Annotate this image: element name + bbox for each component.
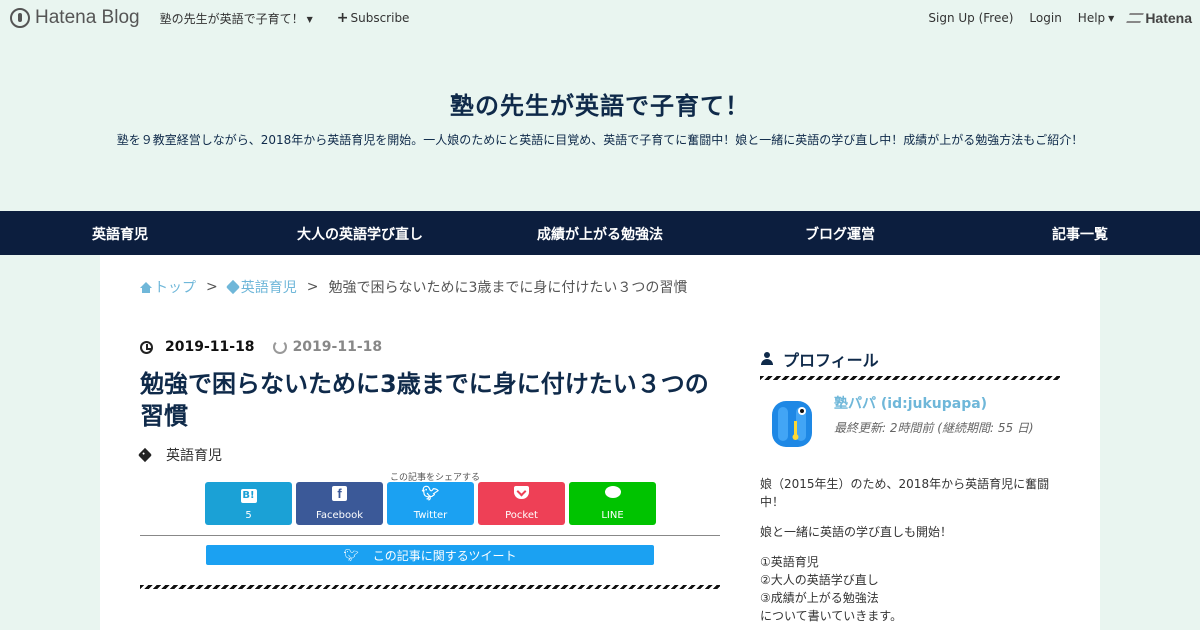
breadcrumb-separator: > bbox=[306, 279, 319, 295]
related-tweets-button[interactable]: 🐦︎ この記事に関するツイート bbox=[206, 545, 654, 565]
entry-title[interactable]: 勉強で困らないために3歳までに身に付けたい３つの習慣 bbox=[140, 368, 720, 432]
breadcrumb-category-link[interactable]: 英語育児 bbox=[225, 277, 297, 297]
twitter-share-button[interactable]: 🐦︎ Twitter bbox=[387, 482, 474, 525]
clock-icon bbox=[140, 340, 153, 354]
category-link[interactable]: 英語育児 bbox=[166, 445, 222, 465]
signup-link[interactable]: Sign Up (Free) bbox=[928, 11, 1013, 25]
pocket-share-button[interactable]: Pocket bbox=[478, 482, 565, 525]
nav-item-eigo-ikuji[interactable]: 英語育児 bbox=[92, 224, 148, 244]
plus-icon: + bbox=[336, 10, 349, 26]
topbar-right: Sign Up (Free) Login Help ▼ Hatena bbox=[912, 0, 1192, 36]
line-label: LINE bbox=[601, 510, 624, 521]
breadcrumb-separator: > bbox=[206, 279, 218, 295]
profile-list-item: ②大人の英語学び直し bbox=[760, 573, 879, 587]
line-icon bbox=[604, 486, 621, 498]
caret-down-icon: ▼ bbox=[306, 14, 313, 24]
hatena-blog-logo[interactable]: Hatena Blog bbox=[10, 7, 140, 29]
pocket-label: Pocket bbox=[505, 510, 538, 521]
hatena-topbar: Hatena Blog 塾の先生が英語で子育て！ ▼ + Subscribe Sig… bbox=[0, 0, 1200, 36]
hatena-blog-icon bbox=[10, 8, 30, 28]
subscribe-label: Subscribe bbox=[350, 11, 410, 25]
line-share-button[interactable]: LINE bbox=[569, 482, 656, 525]
profile-list-item: について書いていきます。 bbox=[760, 609, 903, 623]
user-icon bbox=[760, 352, 774, 366]
caret-down-icon: ▼ bbox=[1108, 14, 1115, 23]
entry-dates: 2019-11-18 2019-11-18 bbox=[140, 339, 382, 355]
nav-item-benkyouhou[interactable]: 成績が上がる勉強法 bbox=[537, 224, 663, 244]
share-buttons: B! 5 f Facebook 🐦︎ Twitter Pocket LINE bbox=[205, 482, 660, 525]
login-link[interactable]: Login bbox=[1029, 11, 1061, 25]
pocket-icon bbox=[514, 486, 529, 499]
breadcrumb-top-link[interactable]: トップ bbox=[140, 277, 196, 297]
brand-name: Hatena Blog bbox=[35, 7, 140, 28]
hatena-label: Hatena bbox=[1145, 10, 1192, 26]
blog-title[interactable]: 塾の先生が英語で子育て！ bbox=[0, 86, 1200, 121]
sidebar-stripe-divider bbox=[760, 376, 1060, 380]
global-nav: 英語育児 大人の英語学び直し 成績が上がる勉強法 ブログ運営 記事一覧 bbox=[0, 211, 1200, 255]
facebook-share-button[interactable]: f Facebook bbox=[296, 482, 383, 525]
breadcrumb: トップ > 英語育児 > 勉強で困らないために3歳までに身に付けたい３つの習慣 bbox=[140, 277, 687, 297]
twitter-bird-icon: 🐦︎ bbox=[421, 486, 440, 502]
main-container: トップ > 英語育児 > 勉強で困らないために3歳までに身に付けたい３つの習慣 … bbox=[100, 255, 1100, 630]
help-menu[interactable]: Help ▼ bbox=[1078, 11, 1115, 25]
help-label: Help bbox=[1077, 11, 1106, 25]
profile-avatar[interactable] bbox=[764, 395, 820, 451]
share-divider bbox=[140, 535, 720, 536]
sidebar-title-label: プロフィール bbox=[783, 351, 879, 370]
hatena-bookmark-button[interactable]: B! 5 bbox=[205, 482, 292, 525]
profile-list: ①英語育児 ②大人の英語学び直し ③成績が上がる勉強法 について書いていきます。 bbox=[760, 553, 1060, 625]
nav-item-kiji-ichiran[interactable]: 記事一覧 bbox=[1052, 224, 1108, 244]
profile-list-item: ③成績が上がる勉強法 bbox=[760, 591, 879, 605]
nav-item-blog-unei[interactable]: ブログ運営 bbox=[805, 224, 875, 244]
breadcrumb-top-label: トップ bbox=[154, 280, 196, 296]
tag-icon bbox=[225, 279, 240, 295]
hatena-bookmark-count: 5 bbox=[245, 510, 252, 521]
breadcrumb-category-label: 英語育児 bbox=[240, 280, 297, 296]
facebook-icon: f bbox=[332, 486, 347, 501]
profile-para-1: 娘（2015年生）のため、2018年から英語育児に奮闘中！ bbox=[760, 477, 1050, 509]
entry-categories: 英語育児 bbox=[137, 445, 222, 465]
subscribe-button[interactable]: + Subscribe bbox=[337, 10, 410, 26]
nav-item-otona-eigo[interactable]: 大人の英語学び直し bbox=[297, 224, 423, 244]
profile-meta: 最終更新: 2時間前 (継続期間: 55 日) bbox=[834, 421, 1034, 435]
profile-para-2: 娘と一緒に英語の学び直しも開始！ bbox=[760, 525, 953, 539]
home-icon bbox=[140, 282, 152, 293]
twitter-bird-icon: 🐦︎ bbox=[343, 548, 359, 562]
hatena-icon bbox=[1126, 13, 1145, 23]
facebook-label: Facebook bbox=[316, 510, 363, 521]
profile-name-link[interactable]: 塾パパ (id:jukupapa) bbox=[834, 393, 987, 413]
published-date[interactable]: 2019-11-18 bbox=[165, 339, 255, 355]
hatena-logo[interactable]: Hatena bbox=[1126, 10, 1192, 26]
blog-menu-dropdown[interactable]: 塾の先生が英語で子育て！ ▼ bbox=[160, 10, 313, 27]
tag-icon bbox=[137, 447, 153, 463]
twitter-label: Twitter bbox=[413, 510, 448, 521]
related-tweets-label: この記事に関するツイート bbox=[372, 548, 517, 563]
hatena-bookmark-icon: B! bbox=[240, 489, 257, 503]
profile-list-item: ①英語育児 bbox=[760, 555, 819, 569]
breadcrumb-current: 勉強で困らないために3歳までに身に付けたい３つの習慣 bbox=[328, 280, 688, 296]
blog-menu-label: 塾の先生が英語で子育て！ bbox=[159, 11, 304, 26]
sidebar-profile-title: プロフィール bbox=[760, 347, 879, 371]
updated-date: 2019-11-18 bbox=[292, 339, 383, 355]
blog-header: 塾の先生が英語で子育て！ 塾を９教室経営しながら、2018年から英語育児を開始。… bbox=[0, 86, 1200, 149]
update-icon bbox=[272, 340, 287, 354]
blog-description: 塾を９教室経営しながら、2018年から英語育児を開始。一人娘のためにと英語に目覚… bbox=[116, 133, 1084, 147]
entry-stripe-divider bbox=[140, 585, 720, 589]
